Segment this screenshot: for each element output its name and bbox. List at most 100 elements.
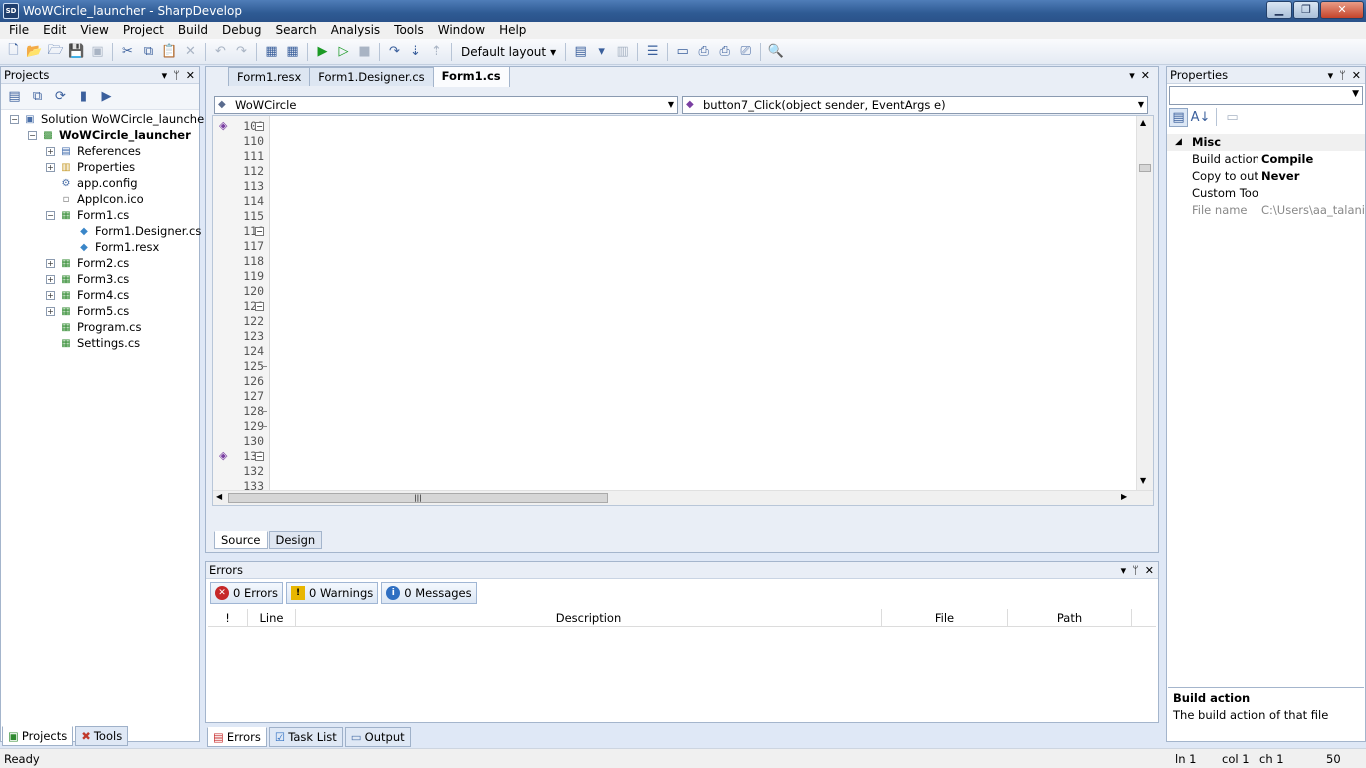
stop-icon[interactable]: ■: [355, 42, 374, 61]
menu-file[interactable]: File: [2, 22, 36, 39]
expand-icon[interactable]: +: [46, 290, 55, 300]
tab-design[interactable]: Design: [268, 531, 323, 549]
vertical-scrollbar[interactable]: ▲ ▼: [1136, 116, 1153, 505]
tree-item[interactable]: + ▥ Properties: [46, 159, 135, 175]
new-file-icon[interactable]: 🗋: [4, 42, 23, 61]
tab-task-list[interactable]: ☑ Task List: [268, 727, 343, 747]
column-header[interactable]: !: [208, 609, 248, 627]
run-icon[interactable]: ▶: [313, 42, 332, 61]
add-item-icon[interactable]: ⧉: [28, 87, 47, 106]
tab-source[interactable]: Source: [214, 531, 268, 549]
object-selector[interactable]: ▼: [1169, 86, 1363, 105]
document-tab[interactable]: Form1.cs: [432, 66, 510, 87]
menu-debug[interactable]: Debug: [215, 22, 268, 39]
property-row[interactable]: File name C:\Users\aa_talanin\D: [1167, 202, 1365, 219]
menu-help[interactable]: Help: [492, 22, 533, 39]
menu-build[interactable]: Build: [171, 22, 215, 39]
menu-edit[interactable]: Edit: [36, 22, 73, 39]
document-tab[interactable]: Form1.resx: [228, 67, 311, 86]
panel-menu-icon[interactable]: ▾: [1121, 564, 1127, 577]
fold-toggle-icon[interactable]: −: [255, 302, 264, 311]
step-into-icon[interactable]: ⇣: [406, 42, 425, 61]
close-icon[interactable]: ✕: [186, 69, 195, 82]
horizontal-scrollbar[interactable]: ◀ ||| ▶: [213, 490, 1153, 505]
minimize-button[interactable]: ▁: [1266, 1, 1292, 19]
close-icon[interactable]: ✕: [1145, 564, 1154, 577]
tab-projects[interactable]: ▣ Projects: [2, 726, 74, 746]
menu-project[interactable]: Project: [116, 22, 171, 39]
vertical-scroll-thumb[interactable]: [1139, 164, 1151, 172]
expand-icon[interactable]: +: [46, 306, 55, 316]
tree-item[interactable]: ◆ Form1.resx: [64, 239, 159, 255]
fold-toggle-icon[interactable]: −: [255, 452, 264, 461]
warnings-filter-button[interactable]: ! 0 Warnings: [286, 582, 379, 604]
column-header[interactable]: Path: [1008, 609, 1132, 627]
expand-icon[interactable]: +: [46, 146, 55, 156]
menu-view[interactable]: View: [73, 22, 115, 39]
breakpoint-bookmark-icon[interactable]: ◈: [219, 449, 227, 462]
cut-icon[interactable]: ✂: [118, 42, 137, 61]
step-over-icon[interactable]: ↷: [385, 42, 404, 61]
column-header[interactable]: Description: [296, 609, 882, 627]
tab-errors[interactable]: ▤ Errors: [207, 727, 267, 747]
collapse-icon[interactable]: ◢: [1175, 134, 1182, 151]
clear-bookmarks-icon[interactable]: ⎚: [736, 42, 755, 61]
property-value[interactable]: Compile: [1261, 151, 1365, 168]
layout-select[interactable]: Default layout ▾: [457, 42, 560, 61]
code-editor[interactable]: ◈ ◈ 109 110 111 112 113 114 115 116 117 118 119 120 1…: [212, 115, 1154, 506]
maximize-button[interactable]: ❐: [1293, 1, 1319, 19]
collapse-icon[interactable]: −: [46, 210, 55, 220]
undo-icon[interactable]: ↶: [211, 42, 230, 61]
property-pages-icon[interactable]: ▭: [1223, 108, 1242, 127]
properties-icon[interactable]: ▤: [5, 87, 24, 106]
expand-icon[interactable]: +: [46, 274, 55, 284]
show-all-files-icon[interactable]: ▶: [97, 87, 116, 106]
horizontal-scroll-thumb[interactable]: |||: [228, 493, 608, 503]
build-icon[interactable]: ▦: [262, 42, 281, 61]
step-out-icon[interactable]: ⇡: [427, 42, 446, 61]
tree-item[interactable]: ▦ Settings.cs: [46, 335, 140, 351]
scroll-left-icon[interactable]: ◀: [216, 492, 222, 501]
document-tab[interactable]: Form1.Designer.cs: [309, 67, 434, 86]
tab-tools[interactable]: ✖ Tools: [75, 726, 129, 746]
next-bookmark-icon[interactable]: ⎙: [715, 42, 734, 61]
tree-item[interactable]: − ▩ WoWCircle_launcher: [28, 127, 191, 143]
messages-filter-button[interactable]: i0 Messages: [381, 582, 477, 604]
editor-menu-icon[interactable]: ▾: [1129, 69, 1135, 82]
tree-item[interactable]: − ▣ Solution WoWCircle_launcher: [10, 111, 209, 127]
tree-item[interactable]: + ▦ Form4.cs: [46, 287, 129, 303]
scroll-right-icon[interactable]: ▶: [1121, 492, 1127, 501]
pin-icon[interactable]: ᛘ: [1339, 69, 1346, 82]
errors-filter-button[interactable]: ✕ 0 Errors: [210, 582, 283, 604]
close-icon[interactable]: ✕: [1352, 69, 1361, 82]
class-combo[interactable]: ◆ WoWCircle ▼: [214, 96, 678, 114]
menu-tools[interactable]: Tools: [387, 22, 431, 39]
tree-item[interactable]: ▫ AppIcon.ico: [46, 191, 144, 207]
refresh-icon[interactable]: ⟳: [51, 87, 70, 106]
menu-analysis[interactable]: Analysis: [324, 22, 387, 39]
column-header[interactable]: File: [882, 609, 1008, 627]
save-all-icon[interactable]: ▣: [88, 42, 107, 61]
prev-bookmark-icon[interactable]: ⎙: [694, 42, 713, 61]
collapse-icon[interactable]: −: [28, 130, 37, 140]
copy-icon[interactable]: ⧉: [139, 42, 158, 61]
paste-icon[interactable]: 📋: [160, 42, 179, 61]
property-value[interactable]: Never: [1261, 168, 1365, 185]
collapse-icon[interactable]: −: [10, 114, 19, 124]
column-header[interactable]: Line: [248, 609, 296, 627]
run-without-debug-icon[interactable]: ▷: [334, 42, 353, 61]
menu-search[interactable]: Search: [268, 22, 323, 39]
property-row[interactable]: Copy to outpNever: [1167, 168, 1365, 185]
property-row[interactable]: Build action Compile: [1167, 151, 1365, 168]
property-row[interactable]: Custom Tool: [1167, 185, 1365, 202]
open-project-icon[interactable]: 🗁: [46, 42, 65, 61]
panel-menu-icon[interactable]: ▾: [1328, 69, 1334, 82]
tab-output[interactable]: ▭ Output: [344, 727, 411, 747]
tree-item[interactable]: + ▦ Form2.cs: [46, 255, 129, 271]
fold-toggle-icon[interactable]: −: [255, 227, 264, 236]
editor-close-icon[interactable]: ✕: [1141, 69, 1150, 82]
scroll-up-icon[interactable]: ▲: [1140, 118, 1146, 127]
dropdown-arrow-icon[interactable]: ▾: [592, 42, 611, 61]
bookmark-gutter[interactable]: ◈ ◈: [213, 116, 238, 505]
fold-toggle-icon[interactable]: −: [255, 122, 264, 131]
